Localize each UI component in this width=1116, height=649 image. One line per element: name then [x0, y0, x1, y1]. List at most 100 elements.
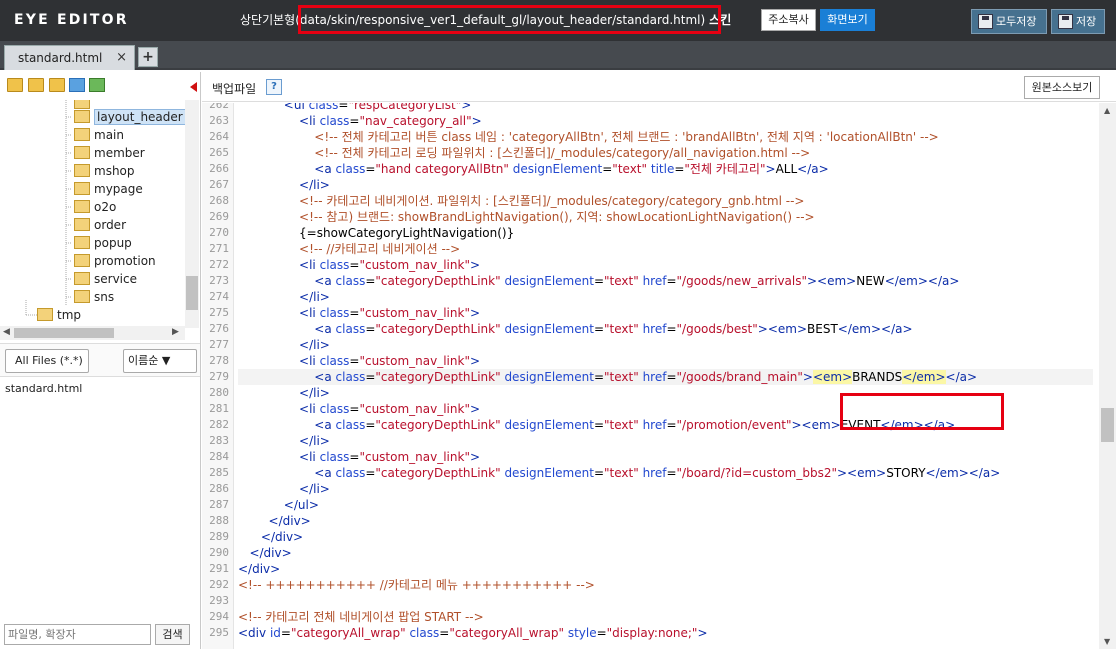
sort-value: 이름순 ▼	[128, 354, 171, 367]
tree-folder-order[interactable]: order	[74, 216, 126, 234]
new-folder-icon[interactable]	[7, 78, 23, 92]
code-line[interactable]: <li class="custom_nav_link">	[238, 305, 480, 321]
code-line[interactable]: <!-- 참고) 브랜드: showBrandLightNavigation()…	[238, 209, 815, 225]
code-line[interactable]: </div>	[238, 513, 311, 529]
search-button[interactable]: 검색	[155, 624, 190, 645]
refresh-icon[interactable]	[69, 78, 85, 92]
code-line[interactable]: <a class="categoryDepthLink" designEleme…	[238, 417, 955, 433]
code-line[interactable]: <a class="categoryDepthLink" designEleme…	[238, 321, 912, 337]
code-line[interactable]: <a class="categoryDepthLink" designEleme…	[238, 369, 1093, 385]
line-number: 270	[209, 226, 229, 239]
tree-folder-mshop[interactable]: mshop	[74, 162, 135, 180]
line-number: 290	[209, 546, 229, 559]
code-editor[interactable]: 262 263 264 265 266 267 268 269 270 271 272 273 274 2…	[202, 103, 1116, 649]
code-line[interactable]: </li>	[238, 337, 330, 353]
code-line[interactable]: <li class="custom_nav_link">	[238, 353, 480, 369]
tree-folder-main[interactable]: main	[74, 126, 124, 144]
tree-vertical-scrollbar[interactable]	[185, 100, 199, 328]
scroll-down-icon[interactable]: ▼	[1104, 637, 1110, 646]
scroll-thumb[interactable]	[1101, 408, 1114, 442]
tree-folder-mypage[interactable]: mypage	[74, 180, 143, 198]
file-filters: All Files (*.*) 이름순 ▼	[0, 343, 200, 377]
save-all-button[interactable]: 모두저장	[971, 9, 1047, 34]
code-line[interactable]: </li>	[238, 289, 330, 305]
open-folder-icon[interactable]	[28, 78, 44, 92]
code-line[interactable]: </ul>	[238, 497, 319, 513]
scroll-thumb[interactable]	[186, 276, 198, 310]
file-type-select[interactable]: All Files (*.*)	[5, 349, 89, 373]
tree-folder-label: tmp	[57, 308, 82, 322]
code-line[interactable]: <li class="custom_nav_link">	[238, 449, 480, 465]
code-line[interactable]: <li class="custom_nav_link">	[238, 257, 480, 273]
folder-icon	[74, 218, 90, 231]
line-number: 285	[209, 466, 229, 479]
folder-icon	[74, 110, 90, 123]
tree-folder-label: service	[94, 272, 137, 286]
code-line[interactable]: <!-- 전체 카테고리 버튼 class 네임 : 'categoryAllB…	[238, 129, 938, 145]
tree-folder-sns[interactable]: sns	[74, 288, 114, 306]
code-line[interactable]: </li>	[238, 177, 330, 193]
save-button[interactable]: 저장	[1051, 9, 1105, 34]
tab-bar: standard.html × +	[0, 41, 1116, 70]
tree-folder-tmp[interactable]: tmp	[37, 306, 81, 324]
code-line[interactable]: <!-- +++++++++++ //카테고리 메뉴 +++++++++++ -…	[238, 577, 595, 593]
tree-folder-label: member	[94, 146, 145, 160]
line-number: 288	[209, 514, 229, 527]
left-panel: layout_header main member mshop mypage o…	[0, 72, 201, 649]
tree-folder-label: mypage	[94, 182, 143, 196]
line-number: 293	[209, 594, 229, 607]
code-line[interactable]: <a class="hand categoryAllBtn" designEle…	[238, 161, 828, 177]
tree-folder-service[interactable]: service	[74, 270, 137, 288]
code-line[interactable]: </div>	[238, 561, 280, 577]
view-screen-button[interactable]: 화면보기	[820, 9, 875, 31]
code-line[interactable]: <!-- 전체 카테고리 로딩 파일위치 : [스킨폴더]/_modules/c…	[238, 145, 810, 161]
line-number: 283	[209, 434, 229, 447]
code-line[interactable]: <!-- 카테고리 네비게이션. 파일위치 : [스킨폴더]/_modules/…	[238, 193, 804, 209]
add-tab-button[interactable]: +	[138, 47, 158, 67]
tab-standard-html[interactable]: standard.html ×	[4, 45, 135, 70]
code-line[interactable]: <!-- //카테고리 네비게이션 -->	[238, 241, 460, 257]
tree-folder-label: sns	[94, 290, 115, 304]
tree-folder-member[interactable]: member	[74, 144, 145, 162]
path-suffix: 스킨	[709, 13, 732, 27]
line-number: 276	[209, 322, 229, 335]
code-line[interactable]: </li>	[238, 385, 330, 401]
upload-icon[interactable]	[89, 78, 105, 92]
tree-folder-layout-header[interactable]: layout_header	[74, 108, 185, 126]
code-line[interactable]: <li class="custom_nav_link">	[238, 401, 480, 417]
backup-files-label[interactable]: 백업파일	[212, 80, 256, 97]
code-line[interactable]: </div>	[238, 545, 291, 561]
line-number: 278	[209, 354, 229, 367]
view-original-source-button[interactable]: 원본소스보기	[1024, 76, 1100, 99]
tree-folder-popup[interactable]: popup	[74, 234, 132, 252]
sort-select[interactable]: 이름순 ▼	[123, 349, 197, 373]
collapse-panel-icon[interactable]	[190, 82, 197, 92]
help-icon[interactable]: ?	[266, 79, 282, 95]
scroll-right-icon[interactable]: ▶	[172, 327, 179, 337]
tree-folder-o2o[interactable]: o2o	[74, 198, 116, 216]
tree-folder-promotion[interactable]: promotion	[74, 252, 156, 270]
code-line[interactable]: <!-- 카테고리 전체 네비게이션 팝업 START -->	[238, 609, 484, 625]
tree-horizontal-scrollbar[interactable]: ◀ ▶	[0, 326, 185, 340]
close-tab-icon[interactable]: ×	[116, 46, 127, 70]
code-line[interactable]: <ul class="respCategoryList">	[238, 103, 472, 113]
line-number: 263	[209, 114, 229, 127]
code-line[interactable]: <a class="categoryDepthLink" designEleme…	[238, 465, 1000, 481]
copy-address-button[interactable]: 주소복사	[761, 9, 816, 31]
scroll-thumb[interactable]	[14, 328, 114, 338]
code-line[interactable]: <li class="nav_category_all">	[238, 113, 482, 129]
scroll-up-icon[interactable]: ▲	[1104, 106, 1110, 115]
folder-icon	[74, 290, 90, 303]
file-list-item[interactable]: standard.html	[5, 382, 82, 395]
editor-vertical-scrollbar[interactable]: ▲ ▼	[1099, 103, 1116, 649]
code-line[interactable]: </li>	[238, 433, 330, 449]
code-line[interactable]: <a class="categoryDepthLink" designEleme…	[238, 273, 959, 289]
code-line[interactable]: </li>	[238, 481, 330, 497]
code-line[interactable]: {=showCategoryLightNavigation()}	[238, 225, 514, 241]
scroll-left-icon[interactable]: ◀	[3, 327, 10, 337]
code-line[interactable]: </div>	[238, 529, 303, 545]
folder-icon	[74, 164, 90, 177]
delete-folder-icon[interactable]	[49, 78, 65, 92]
code-line[interactable]: <div id="categoryAll_wrap" class="catego…	[238, 625, 708, 641]
file-search-input[interactable]	[4, 624, 151, 645]
